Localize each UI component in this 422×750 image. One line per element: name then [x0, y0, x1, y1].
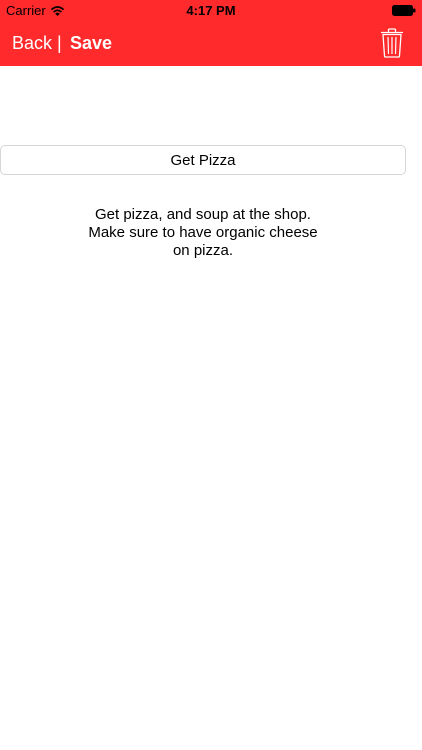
top-bar: Carrier 4:17 PM Back | Save: [0, 0, 422, 66]
nav-separator: |: [57, 33, 62, 53]
back-button[interactable]: Back: [12, 33, 52, 54]
battery-icon: [392, 5, 416, 16]
status-bar: Carrier 4:17 PM: [0, 0, 422, 22]
navigation-bar: Back | Save: [0, 22, 422, 66]
note-body-text[interactable]: Get pizza, and soup at the shop. Make su…: [70, 206, 336, 260]
note-detail-screen: Carrier 4:17 PM Back | Save Get Pizza Ge…: [0, 0, 422, 750]
note-title-field[interactable]: Get Pizza: [0, 145, 406, 175]
save-button[interactable]: Save: [70, 33, 112, 54]
status-time: 4:17 PM: [186, 3, 236, 18]
trash-icon[interactable]: [380, 28, 404, 58]
